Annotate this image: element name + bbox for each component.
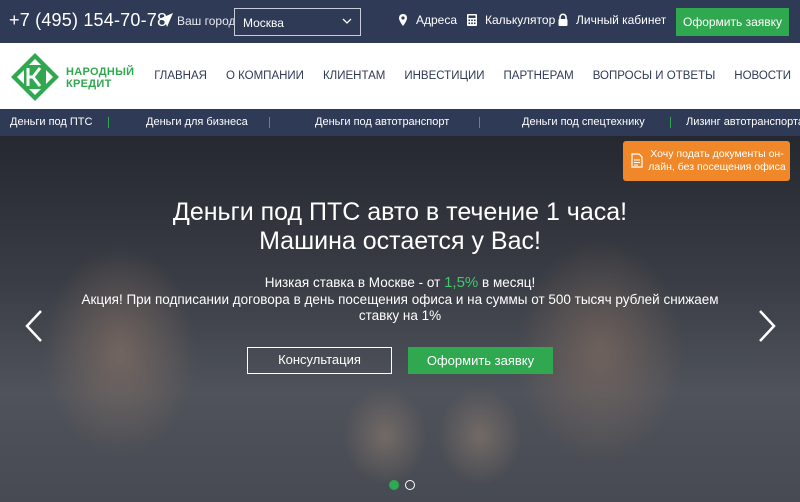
phone-number[interactable]: +7 (495) 154-70-78 [9,10,167,31]
services-nav-divider [269,117,270,128]
services-nav-divider [108,117,109,128]
consultation-button[interactable]: Консультация [247,347,392,374]
calculator-link-label: Калькулятор [485,13,556,27]
apply-button[interactable]: Оформить заявку [408,347,553,374]
services-nav-item-leasing[interactable]: Лизинг автотранспорта [686,116,800,128]
calculator-link[interactable]: Калькулятор [465,13,555,27]
services-nav-item-vehicles[interactable]: Деньги под автотранспорт [315,116,449,128]
services-nav-item-special-equipment[interactable]: Деньги под спецтехнику [522,116,645,128]
city-select-value: Москва [243,16,284,30]
addresses-link-label: Адреса [416,13,458,27]
logo-text-line2: КРЕДИТ [66,78,112,90]
hero-title: Деньги под ПТС авто в течение 1 часа! Ма… [0,198,800,256]
slider-dot-2[interactable] [405,480,415,490]
services-nav-divider [670,117,671,128]
logo-icon[interactable] [10,52,60,102]
city-select[interactable]: Москва [234,8,361,36]
hero-rate: Низкая ставка в Москве - от 1,5% в месяц… [0,274,800,291]
chevron-down-icon [342,18,352,24]
hero-title-line2: Машина остается у Вас! [259,227,541,255]
hero-rate-value: 1,5% [444,274,479,291]
hero-title-line1: Деньги под ПТС авто в течение 1 часа! [172,198,628,226]
hero-rate-suffix: в месяц! [482,275,536,290]
hero-rate-prefix: Низкая ставка в Москве - от [264,275,441,290]
nav-item-faq[interactable]: ВОПРОСЫ И ОТВЕТЫ [593,70,716,82]
hero-promo-text: Акция! При подписании договора в день по… [81,292,719,323]
nav-item-home[interactable]: ГЛАВНАЯ [154,70,207,82]
slider-pagination [389,480,415,490]
logo-text-line1: НАРОДНЫЙ [66,66,135,78]
top-bar: +7 (495) 154-70-78 Ваш город: Москва Адр… [0,0,800,43]
nav-item-partners[interactable]: ПАРТНЕРАМ [504,70,574,82]
apply-button-top[interactable]: Оформить заявку [676,8,789,36]
calculator-icon [467,14,477,26]
services-nav: Деньги под ПТС Деньги для бизнеса Деньги… [0,109,800,136]
online-documents-button[interactable]: Хочу подать документы он-лайн, без посещ… [623,141,790,181]
logo-text: НАРОДНЫЙ КРЕДИТ [66,66,134,90]
chevron-right-icon[interactable] [757,309,777,343]
slider-dot-1[interactable] [389,480,399,490]
document-icon [631,153,643,168]
main-nav: ГЛАВНАЯ О КОМПАНИИ КЛИЕНТАМ ИНВЕСТИЦИИ П… [135,70,791,82]
online-documents-label: Хочу подать документы он-лайн, без посещ… [648,148,786,173]
account-link[interactable]: Личный кабинет [556,13,666,27]
account-link-label: Личный кабинет [576,13,667,27]
map-pin-icon [399,14,407,26]
nav-item-news[interactable]: НОВОСТИ [734,70,791,82]
chevron-left-icon[interactable] [24,309,44,343]
nav-item-about[interactable]: О КОМПАНИИ [226,70,304,82]
location-arrow-icon [159,13,173,27]
nav-item-investments[interactable]: ИНВЕСТИЦИИ [404,70,484,82]
hero-slider: Хочу подать документы он-лайн, без посещ… [0,136,800,502]
services-nav-item-business[interactable]: Деньги для бизнеса [146,116,248,128]
lock-icon [558,13,568,26]
city-label: Ваш город: [177,14,239,28]
services-nav-divider [479,117,480,128]
site-header: НАРОДНЫЙ КРЕДИТ ГЛАВНАЯ О КОМПАНИИ КЛИЕН… [0,43,800,109]
addresses-link[interactable]: Адреса [396,13,457,27]
nav-item-clients[interactable]: КЛИЕНТАМ [323,70,385,82]
services-nav-item-pts[interactable]: Деньги под ПТС [10,116,92,128]
